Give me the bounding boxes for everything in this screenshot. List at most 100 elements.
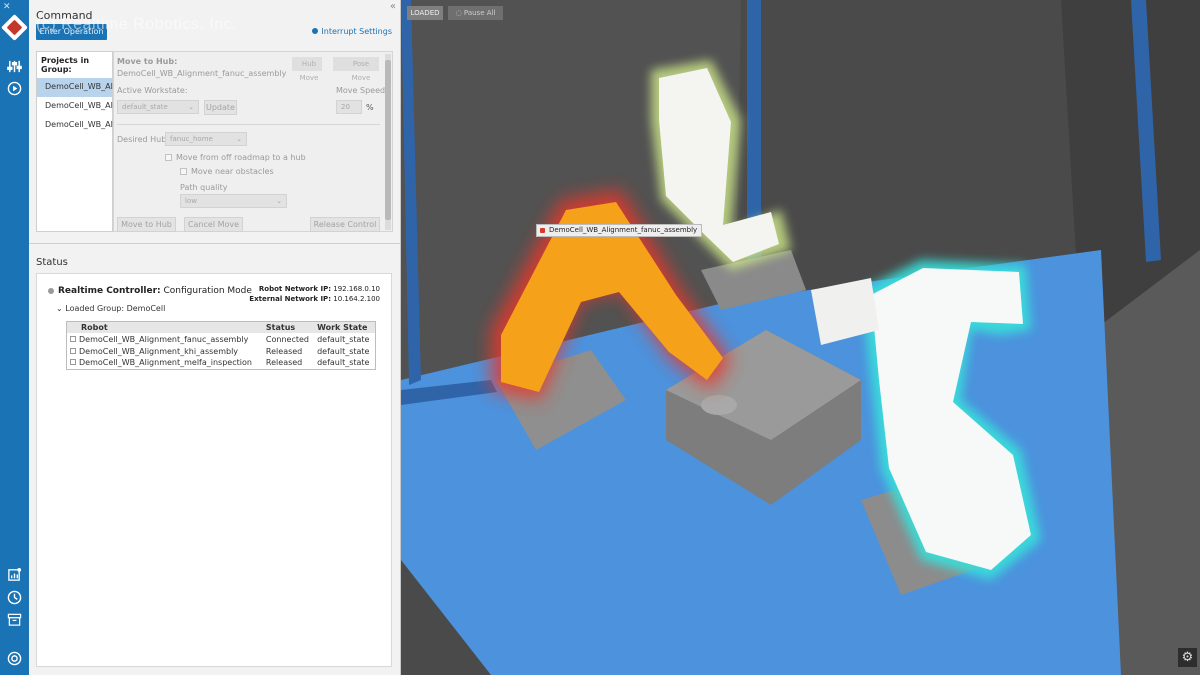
controller-mode: Configuration Mode [163,286,252,296]
pause-icon: ◌ [455,9,464,17]
move-speed-label: Move Speed: [336,86,388,95]
controller-label: Realtime Controller: [58,286,161,296]
column-work-state: Work State [314,321,376,333]
move-speed-input[interactable]: 20 [336,100,362,114]
controller-status-dot [48,288,54,294]
panel-divider [29,243,401,244]
work-state-cell: default_state [317,358,370,368]
table-row[interactable]: DemoCell_WB_Alignment_melfa_inspection R… [67,357,376,369]
fixture-cylinder [701,395,737,415]
project-item-khi[interactable]: DemoCell_WB_Alignment_khi_assembly [37,97,204,116]
table-row[interactable]: DemoCell_WB_Alignment_fanuc_assembly Con… [67,333,376,345]
row-checkbox[interactable] [70,347,76,354]
robot-tooltip-label: DemoCell_WB_Alignment_fanuc_assembly [536,224,703,237]
row-checkbox[interactable] [70,359,76,366]
archive-box-icon[interactable] [7,612,22,627]
near-obstacles-checkbox[interactable] [180,168,187,175]
loaded-tag: LOADED [407,6,443,20]
3d-viewport[interactable]: LOADED ◌ Pause All DemoCell_WB_Alignment… [401,0,1200,675]
off-roadmap-checkbox[interactable] [165,154,172,161]
workstate-value: default_state [122,103,168,111]
table-header-row: Robot Status Work State [66,321,376,333]
robot-cell-scene [401,0,1200,675]
column-robot: Robot [66,321,263,333]
status-title: Status [36,257,68,268]
move-to-hub-button[interactable]: Move to Hub [117,217,176,232]
interrupt-settings-label: Interrupt Settings [321,27,392,36]
desired-hub-label: Desired Hub: [117,135,169,144]
project-item-melfa[interactable]: DemoCell_WB_Alignment_melfa_inspection [37,116,218,135]
work-state-cell: default_state [317,346,370,356]
robots-table: Robot Status Work State DemoCell_WB_Alig… [66,321,376,370]
chevron-down-icon: ⌄ [276,197,282,205]
robot-status-cell: Connected [265,334,309,344]
expand-rail-icon[interactable]: ✕ [3,2,11,12]
collapse-panel-icon[interactable]: « [390,1,396,12]
robot-status-cell: Released [265,358,303,368]
robot-ip-label: Robot Network IP: [258,285,331,293]
chevron-down-icon: ⌄ [236,135,242,143]
loaded-group-label: Loaded Group: DemoCell [65,304,166,313]
hub-move-label: Hub Move [299,60,319,82]
projects-header: Projects in Group: [41,56,90,74]
workstate-select[interactable]: default_state ⌄ [117,100,199,114]
chevron-down-icon: ⌄ [56,304,63,313]
desired-hub-select[interactable]: fanuc_home ⌄ [165,132,247,146]
pause-all-button[interactable]: ◌ Pause All [448,6,503,20]
separator [117,124,380,125]
move-controls: Move to Hub: DemoCell_WB_Alignment_fanuc… [113,51,393,232]
icon-rail: ✕ [0,0,29,675]
enter-operation-button[interactable]: Enter Operation [36,24,107,40]
app-window: ✕ « Command Enter Operation (c) Realtime… [0,0,1200,675]
robot-name: DemoCell_WB_Alignment_khi_assembly [79,346,239,356]
robot-name-cell: DemoCell_WB_Alignment_fanuc_assembly [67,333,263,345]
play-circle-icon[interactable] [7,81,22,96]
work-state-cell: default_state [317,334,370,344]
realtime-robotics-logo [1,14,28,41]
sliders-icon[interactable] [7,59,22,74]
controller-status: Realtime Controller: Configuration Mode [58,286,252,296]
desired-hub-value: fanuc_home [170,135,213,143]
robot-ip-value: 192.168.0.10 [333,285,380,293]
robot-name-cell: DemoCell_WB_Alignment_khi_assembly [67,345,263,357]
row-checkbox[interactable] [70,335,76,342]
gear-icon[interactable]: ⚙ [1178,648,1197,667]
active-workstate-label: Active Workstate: [117,86,188,95]
external-ip-label: External Network IP: [249,295,331,303]
report-chart-icon[interactable] [7,567,22,582]
project-item-fanuc[interactable]: DemoCell_WB_Alignment_fanuc_assembly [37,78,214,97]
path-quality-select[interactable]: low ⌄ [180,194,287,208]
robot-name: DemoCell_WB_Alignment_fanuc_assembly [79,334,249,344]
interrupt-settings-link[interactable]: Interrupt Settings [312,27,392,36]
move-to-hub-project: DemoCell_WB_Alignment_fanuc_assembly [117,69,287,78]
pose-move-label: Pose Move [351,60,371,82]
robot-name: DemoCell_WB_Alignment_melfa_inspection [79,358,252,368]
help-lifebuoy-icon[interactable] [7,651,22,666]
column-status: Status [262,321,315,333]
cancel-move-button[interactable]: Cancel Move [184,217,243,232]
projects-list: Projects in Group: DemoCell_WB_Alignment… [36,51,218,232]
path-quality-label: Path quality [180,183,228,192]
command-title: Command [36,9,93,22]
off-roadmap-label: Move from off roadmap to a hub [176,153,306,162]
chevron-down-icon: ⌄ [188,103,194,111]
command-panel: « Command Enter Operation (c) Realtime R… [29,0,401,675]
robot-status-cell: Released [265,346,303,356]
gear-dot-icon [312,28,319,34]
command-scrollbar[interactable] [385,54,391,230]
move-to-hub-label: Move to Hub: [117,57,178,66]
status-box: Realtime Controller: Configuration Mode … [36,273,392,667]
robot-network-ip: Robot Network IP: 192.168.0.10 [259,285,380,293]
robot-name-cell: DemoCell_WB_Alignment_melfa_inspection [67,357,263,369]
loaded-group[interactable]: ⌄ Loaded Group: DemoCell [56,304,165,313]
external-ip-value: 10.164.2.100 [333,295,380,303]
pause-all-label: Pause All [463,9,496,17]
clock-icon[interactable] [7,590,22,605]
near-obstacles-label: Move near obstacles [191,167,274,176]
move-speed-unit: % [366,103,374,112]
update-button[interactable]: Update [204,100,237,115]
table-row[interactable]: DemoCell_WB_Alignment_khi_assembly Relea… [67,345,376,357]
release-control-button[interactable]: Release Control [310,217,380,232]
pose-move-toggle[interactable]: Pose Move [333,57,379,82]
hub-move-toggle[interactable]: Hub Move [292,57,322,82]
